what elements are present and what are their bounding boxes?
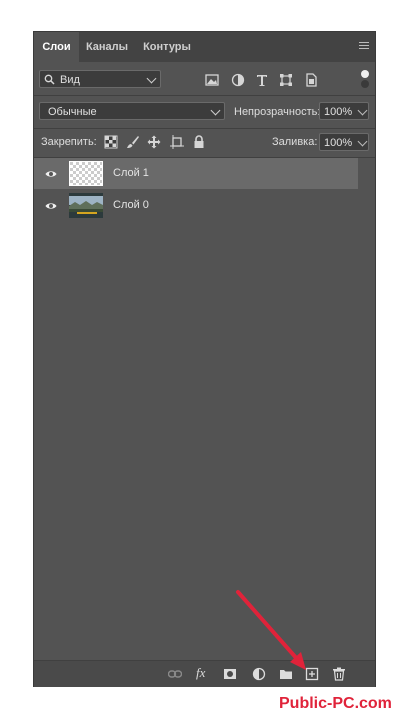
annotation-arrow bbox=[236, 590, 306, 670]
watermark: Public-PC.com bbox=[279, 695, 392, 712]
